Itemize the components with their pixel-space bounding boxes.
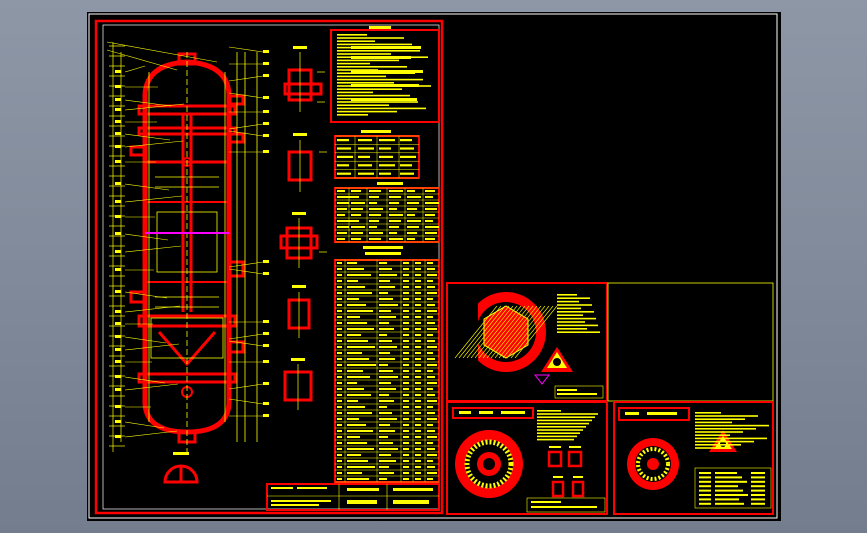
parts-list-table <box>334 246 440 483</box>
cad-drawing-canvas[interactable] <box>87 12 781 521</box>
detail-views-column <box>279 46 327 410</box>
leader-lines <box>106 41 264 438</box>
title-block <box>266 483 440 511</box>
nozzle-table <box>334 182 440 243</box>
design-data-table <box>334 130 420 179</box>
support-detail <box>163 452 199 484</box>
vessel-drawing <box>129 52 245 444</box>
detail-sheet-top <box>446 282 608 402</box>
left-dimension-ticks <box>109 45 125 447</box>
detail-sheet-bottom-right <box>613 401 774 515</box>
cad-drawing <box>88 13 778 519</box>
technical-requirements-block <box>330 26 440 123</box>
empty-detail-box <box>607 282 774 402</box>
detail-sheet-bottom-left <box>446 401 608 515</box>
